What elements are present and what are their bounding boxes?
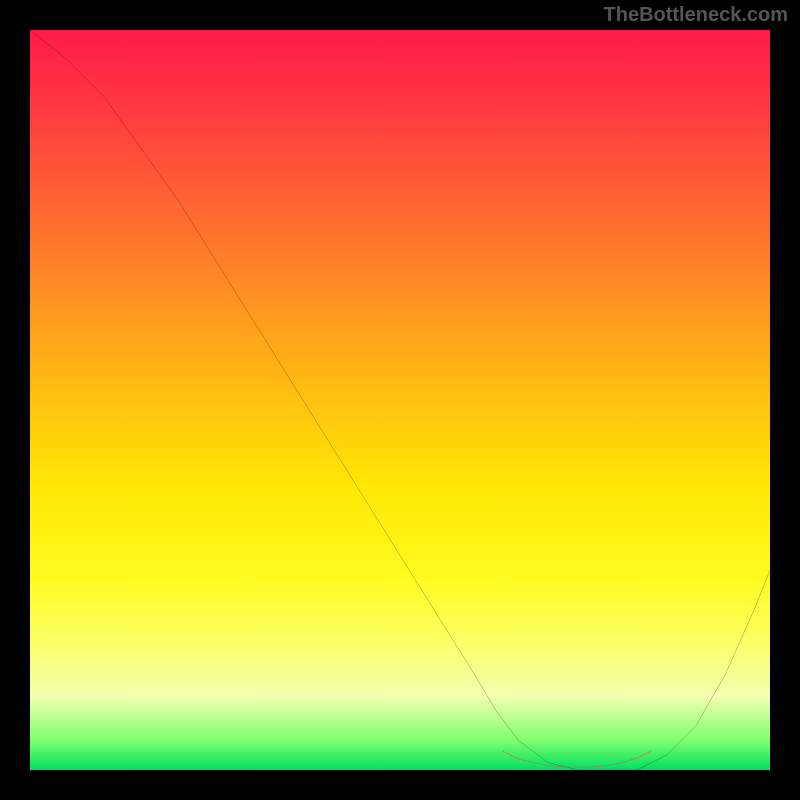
chart-svg xyxy=(30,30,770,770)
bottleneck-curve-path xyxy=(30,30,770,770)
chart-plot-area xyxy=(30,30,770,770)
watermark-text: TheBottleneck.com xyxy=(604,4,788,27)
optimal-range-marker-path xyxy=(504,751,652,767)
